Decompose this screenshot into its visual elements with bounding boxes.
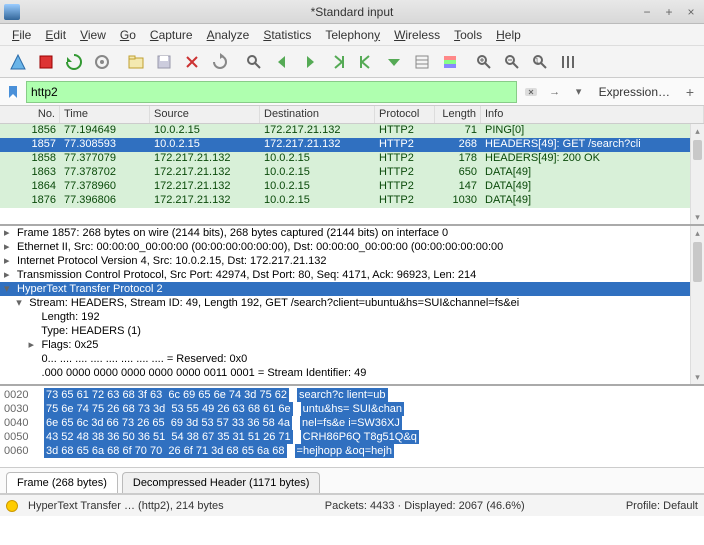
column-destination[interactable]: Destination xyxy=(260,106,375,123)
bookmark-filter-icon[interactable] xyxy=(4,83,22,101)
filter-bar: → ▾ Expression… + xyxy=(0,78,704,106)
resize-columns-button[interactable] xyxy=(555,49,581,75)
stop-capture-button[interactable] xyxy=(33,49,59,75)
menu-analyze[interactable]: Analyze xyxy=(201,26,256,44)
restart-capture-button[interactable] xyxy=(61,49,87,75)
packet-row[interactable]: 187677.396806172.217.21.13210.0.2.15HTTP… xyxy=(0,194,704,208)
menu-statistics[interactable]: Statistics xyxy=(257,26,317,44)
detail-line[interactable]: .000 0000 0000 0000 0000 0000 0011 0001 … xyxy=(0,366,704,380)
details-scrollbar[interactable]: ▴ ▾ xyxy=(690,226,704,384)
column-protocol[interactable]: Protocol xyxy=(375,106,435,123)
packet-row[interactable]: 186477.378960172.217.21.13210.0.2.15HTTP… xyxy=(0,180,704,194)
window-titlebar: *Standard input − + × xyxy=(0,0,704,24)
zoom-in-button[interactable] xyxy=(471,49,497,75)
maximize-button[interactable]: + xyxy=(660,5,678,19)
expression-button[interactable]: Expression… xyxy=(593,85,676,99)
packet-list-header: No. Time Source Destination Protocol Len… xyxy=(0,106,704,124)
go-first-button[interactable] xyxy=(353,49,379,75)
status-packet-count: Packets: 4433 · Displayed: 2067 (46.6%) xyxy=(325,500,525,512)
detail-line[interactable]: Type: HEADERS (1) xyxy=(0,324,704,338)
detail-line[interactable]: ▸ Ethernet II, Src: 00:00:00_00:00:00 (0… xyxy=(0,240,704,254)
capture-options-button[interactable] xyxy=(89,49,115,75)
column-time[interactable]: Time xyxy=(60,106,150,123)
detail-line[interactable]: ▾ HyperText Transfer Protocol 2 xyxy=(0,282,704,296)
packet-list-pane: No. Time Source Destination Protocol Len… xyxy=(0,106,704,226)
hex-line[interactable]: 00406e 65 6c 3d 66 73 26 65 69 3d 53 57 … xyxy=(4,416,700,430)
menu-wireless[interactable]: Wireless xyxy=(388,26,446,44)
status-bar: HyperText Transfer … (http2), 214 bytes … xyxy=(0,494,704,516)
detail-line[interactable]: ▸ Flags: 0x25 xyxy=(0,338,704,352)
packet-bytes-pane[interactable]: 002073 65 61 72 63 68 3f 63 6c 69 65 6e … xyxy=(0,386,704,468)
zoom-reset-button[interactable]: 1 xyxy=(527,49,553,75)
detail-line[interactable]: ▸ Transmission Control Protocol, Src Por… xyxy=(0,268,704,282)
close-button[interactable]: × xyxy=(682,5,700,19)
menu-edit[interactable]: Edit xyxy=(39,26,72,44)
go-to-packet-button[interactable] xyxy=(325,49,351,75)
start-capture-button[interactable] xyxy=(5,49,31,75)
status-profile[interactable]: Profile: Default xyxy=(626,500,698,512)
zoom-out-button[interactable] xyxy=(499,49,525,75)
auto-scroll-button[interactable] xyxy=(409,49,435,75)
clear-filter-button[interactable] xyxy=(521,82,541,102)
add-filter-button[interactable]: + xyxy=(680,84,700,100)
hex-line[interactable]: 003075 6e 74 75 26 68 73 3d 53 55 49 26 … xyxy=(4,402,700,416)
column-source[interactable]: Source xyxy=(150,106,260,123)
menu-capture[interactable]: Capture xyxy=(144,26,199,44)
menu-tools[interactable]: Tools xyxy=(448,26,488,44)
packet-row[interactable]: 186377.378702172.217.21.13210.0.2.15HTTP… xyxy=(0,166,704,180)
window-title: *Standard input xyxy=(311,5,394,19)
menu-go[interactable]: Go xyxy=(114,26,142,44)
reload-button[interactable] xyxy=(207,49,233,75)
column-info[interactable]: Info xyxy=(481,106,704,123)
filter-history-button[interactable]: ▾ xyxy=(569,82,589,102)
menubar: File Edit View Go Capture Analyze Statis… xyxy=(0,24,704,46)
tab-frame[interactable]: Frame (268 bytes) xyxy=(6,472,118,493)
detail-line[interactable]: Length: 192 xyxy=(0,310,704,324)
toolbar: 1 xyxy=(0,46,704,78)
colorize-button[interactable] xyxy=(437,49,463,75)
detail-line[interactable]: ▸ Internet Protocol Version 4, Src: 10.0… xyxy=(0,254,704,268)
expert-info-icon[interactable] xyxy=(6,500,18,512)
go-forward-button[interactable] xyxy=(297,49,323,75)
minimize-button[interactable]: − xyxy=(638,5,656,19)
detail-line[interactable]: ▸ Frame 1857: 268 bytes on wire (2144 bi… xyxy=(0,226,704,240)
status-field-info: HyperText Transfer … (http2), 214 bytes xyxy=(28,500,224,512)
menu-view[interactable]: View xyxy=(74,26,112,44)
hex-line[interactable]: 005043 52 48 38 36 50 36 51 54 38 67 35 … xyxy=(4,430,700,444)
apply-filter-button[interactable]: → xyxy=(545,82,565,102)
packet-details-pane[interactable]: ▸ Frame 1857: 268 bytes on wire (2144 bi… xyxy=(0,226,704,386)
packet-row[interactable]: 185777.30859310.0.2.15172.217.21.132HTTP… xyxy=(0,138,704,152)
column-length[interactable]: Length xyxy=(435,106,481,123)
hex-line[interactable]: 002073 65 61 72 63 68 3f 63 6c 69 65 6e … xyxy=(4,388,700,402)
packet-list-scrollbar[interactable]: ▴ ▾ xyxy=(690,124,704,224)
menu-telephony[interactable]: Telephony xyxy=(319,26,386,44)
bytes-tabs: Frame (268 bytes) Decompressed Header (1… xyxy=(0,468,704,494)
packet-row[interactable]: 185877.377079172.217.21.13210.0.2.15HTTP… xyxy=(0,152,704,166)
close-file-button[interactable] xyxy=(179,49,205,75)
packet-list-body[interactable]: 185677.19464910.0.2.15172.217.21.132HTTP… xyxy=(0,124,704,224)
open-file-button[interactable] xyxy=(123,49,149,75)
svg-text:1: 1 xyxy=(535,58,539,65)
find-button[interactable] xyxy=(241,49,267,75)
display-filter-input[interactable] xyxy=(26,81,517,103)
save-file-button[interactable] xyxy=(151,49,177,75)
go-back-button[interactable] xyxy=(269,49,295,75)
menu-file[interactable]: File xyxy=(6,26,37,44)
hex-line[interactable]: 00603d 68 65 6a 68 6f 70 70 26 6f 71 3d … xyxy=(4,444,700,458)
packet-row[interactable]: 185677.19464910.0.2.15172.217.21.132HTTP… xyxy=(0,124,704,138)
column-no[interactable]: No. xyxy=(0,106,60,123)
app-icon xyxy=(4,4,20,20)
detail-line[interactable]: 0... .... .... .... .... .... .... .... … xyxy=(0,352,704,366)
menu-help[interactable]: Help xyxy=(490,26,527,44)
detail-line[interactable]: ▾ Stream: HEADERS, Stream ID: 49, Length… xyxy=(0,296,704,310)
tab-decompressed-header[interactable]: Decompressed Header (1171 bytes) xyxy=(122,472,321,493)
go-last-button[interactable] xyxy=(381,49,407,75)
